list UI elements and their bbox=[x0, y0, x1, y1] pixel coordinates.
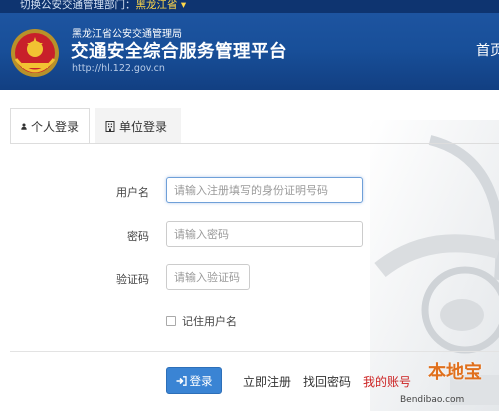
remember-username-label: 记住用户名 bbox=[182, 315, 237, 328]
remember-username-checkbox[interactable] bbox=[166, 316, 176, 326]
login-button[interactable]: 登录 bbox=[166, 367, 222, 394]
password-input[interactable] bbox=[166, 221, 363, 247]
bendibao-watermark: 本地宝 Bendibao.com bbox=[392, 358, 499, 411]
form-divider bbox=[10, 351, 499, 352]
department-switch-bar: 切换公安交通管理部门：黑龙江省 ▾ bbox=[0, 0, 499, 13]
region-selector[interactable]: 黑龙江省 ▾ bbox=[136, 0, 187, 11]
tab-divider bbox=[10, 143, 499, 144]
username-label: 用户名 bbox=[116, 186, 149, 199]
tab-personal-login[interactable]: 个人登录 bbox=[10, 108, 90, 144]
site-url[interactable]: http://hl.122.gov.cn bbox=[72, 63, 165, 74]
password-label: 密码 bbox=[127, 230, 149, 243]
tab-personal-label: 个人登录 bbox=[30, 119, 79, 134]
watermark-logo: 本地宝 bbox=[428, 362, 482, 383]
nav-home-link[interactable]: 首页 bbox=[476, 40, 499, 60]
user-icon bbox=[21, 122, 27, 130]
login-button-label: 登录 bbox=[189, 373, 213, 388]
sign-in-icon bbox=[176, 375, 187, 386]
tab-unit-label: 单位登录 bbox=[119, 119, 168, 134]
username-input[interactable] bbox=[166, 177, 363, 203]
tab-unit-login[interactable]: 单位登录 bbox=[95, 108, 181, 144]
building-icon bbox=[105, 120, 115, 132]
platform-title: 交通安全综合服务管理平台 bbox=[71, 42, 287, 62]
captcha-label: 验证码 bbox=[116, 273, 149, 286]
watermark-url: Bendibao.com bbox=[400, 395, 465, 405]
remember-username-row[interactable]: 记住用户名 bbox=[166, 313, 237, 329]
register-link[interactable]: 立即注册 bbox=[243, 373, 291, 390]
recover-password-link[interactable]: 找回密码 bbox=[303, 373, 351, 390]
police-emblem-icon bbox=[11, 29, 59, 77]
site-header: 切换公安交通管理部门：黑龙江省 ▾ 黑龙江省公安交通管理局 交通安全综合服务管理… bbox=[0, 0, 499, 90]
department-switch-text: 切换公安交通管理部门：黑龙江省 ▾ bbox=[20, 0, 187, 11]
captcha-input[interactable] bbox=[166, 264, 250, 290]
